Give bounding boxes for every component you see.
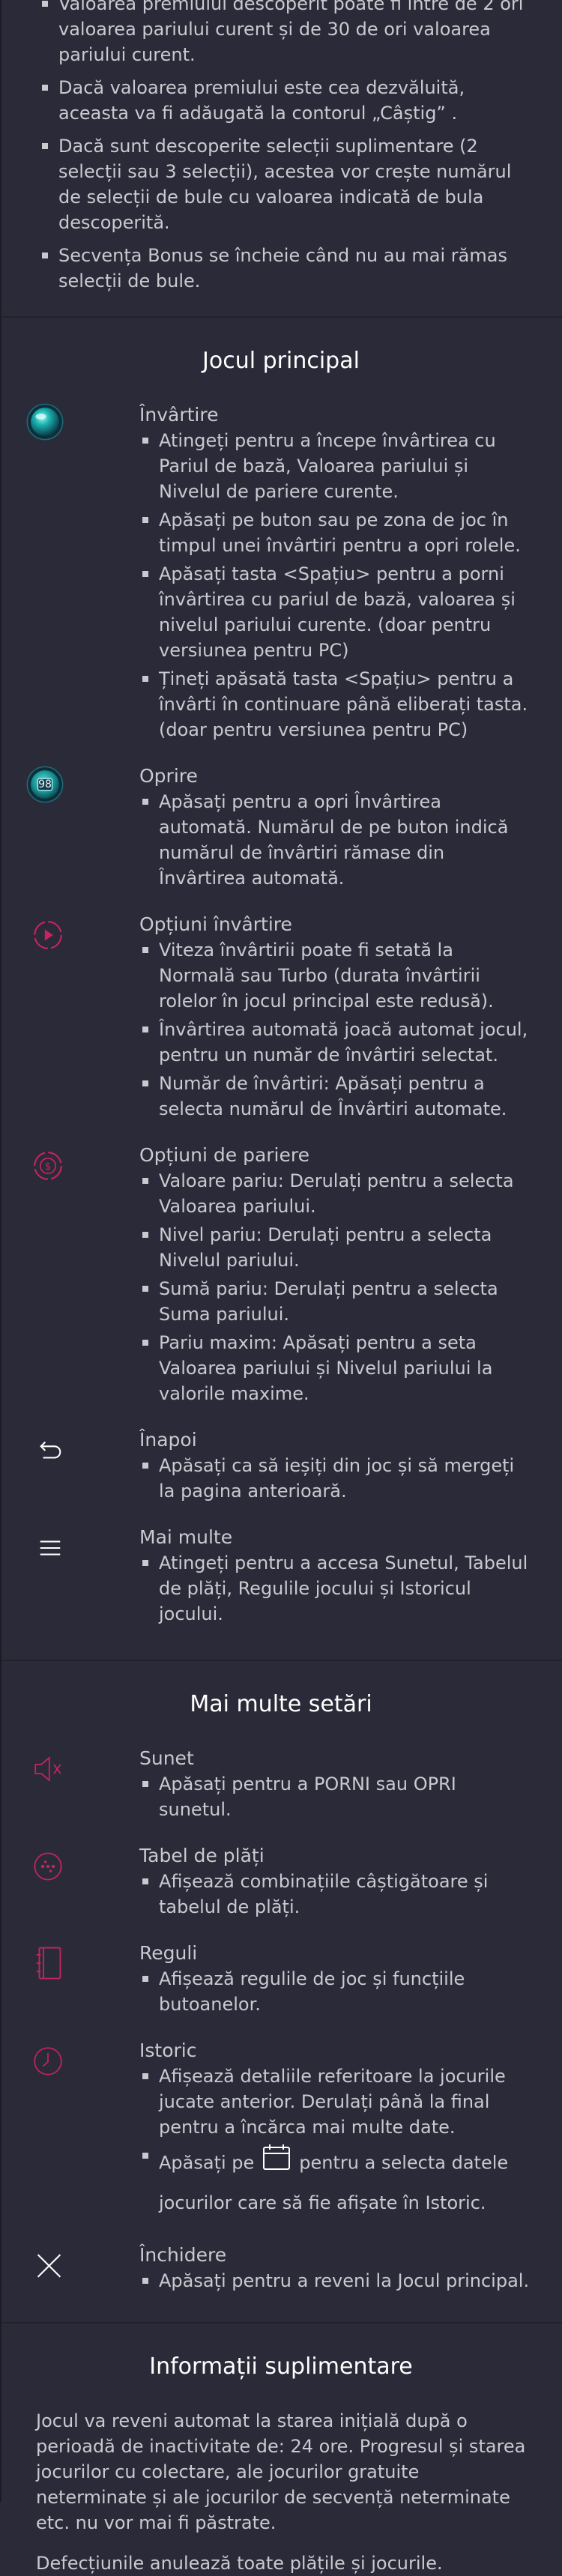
list-item: Atingeți pentru a accesa Sunetul, Tabelu… [139,1550,534,1627]
list-item: Afișează regulile de joc și funcțiile bu… [139,1966,534,2017]
item-title: Reguli [139,1942,198,1964]
item-title: Oprire [139,765,198,787]
main-game-item-spin: Învârtire Atingeți pentru a începe învâr… [0,402,562,746]
list-item: Valoarea premiului descoperit poate fi î… [39,0,528,67]
svg-text:$: $ [45,1161,52,1173]
list-item: Afișează combinațiile câștigătoare și ta… [139,1869,534,1920]
list-item: Învârtirea automată joacă automat jocul,… [139,1017,534,1068]
calendar-instruction-before: Apăsați pe [159,2152,255,2174]
list-item: Apăsați ca să ieșiți din joc și să merge… [139,1453,534,1504]
item-title: Tabel de plăți [139,1845,265,1866]
settings-item-history: Istoric Afișează detaliile referitoare l… [0,2038,562,2225]
list-item: Apăsați pentru a PORNI sau OPRI sunetul. [139,1771,534,1822]
bet-options-icon: $ [34,1152,64,1180]
settings-item-sound: Sunet Apăsați pentru a PORNI sau OPRI su… [0,1746,562,1825]
list-item: Viteza învârtirii poate fi setată la Nor… [139,937,534,1014]
list-item: Țineți apăsată tasta <Spațiu> pentru a î… [139,666,534,743]
list-item: Atingeți pentru a începe învârtirea cu P… [139,428,534,504]
list-item: Apăsați pentru a opri Învârtirea automat… [139,789,534,891]
settings-item-rules: Reguli Afișează regulile de joc și funcț… [0,1941,562,2020]
section-title: Mai multe setări [190,1691,372,1717]
main-game-item-more: Mai multe Atingeți pentru a accesa Sunet… [0,1525,562,1630]
section-title: Informații suplimentare [149,2353,413,2380]
main-game-item-back: Înapoi Apăsați ca să ieșiți din joc și s… [0,1427,562,1507]
list-item: Sumă pariu: Derulați pentru a selecta Su… [139,1276,534,1327]
bonus-rules-list: Valoarea premiului descoperit poate fi î… [0,0,562,294]
list-item: Număr de învârtiri: Apăsați pentru a sel… [139,1071,534,1122]
history-icon [34,2047,64,2075]
paytable-icon [34,1852,64,1881]
back-icon [36,1436,64,1465]
item-title: Sunet [139,1747,194,1769]
close-icon [36,2252,64,2280]
list-item: Pariu maxim: Apăsați pentru a seta Valoa… [139,1330,534,1406]
list-item: Apăsați pe buton sau pe zona de joc în t… [139,507,534,558]
item-title: Opțiuni învârtire [139,913,292,935]
main-game-item-stop: 98 Oprire Apăsați pentru a opri Învârtir… [0,764,562,894]
settings-item-close: Închidere Apăsați pentru a reveni la Joc… [0,2243,562,2297]
spin-icon [26,403,64,441]
list-item: Dacă valoarea premiului este cea dezvălu… [39,75,528,126]
list-item: Nivel pariu: Derulați pentru a selecta N… [139,1222,534,1273]
list-item: Apăsați tasta <Spațiu> pentru a porni în… [139,561,534,663]
item-title: Închidere [139,2244,227,2266]
list-item: Dacă sunt descoperite selecții supliment… [39,133,528,235]
list-item: Apăsați pentru a reveni la Jocul princip… [139,2268,534,2294]
section-title: Jocul principal [202,348,360,374]
main-game-item-bet-options: $ Opțiuni de pariere Valoare pariu: Deru… [0,1143,562,1409]
more-settings-section: Mai multe setări Sunet Apăsați pentru a … [0,1660,562,2297]
spin-options-icon [34,921,64,949]
calendar-icon[interactable] [262,2143,291,2184]
paytable-rules-page: Valoarea premiului descoperit poate fi î… [0,0,562,2574]
info-paragraph: Defecțiunile anulează toate plățile și j… [36,2553,443,2574]
item-title: Înapoi [139,1429,197,1451]
list-item: Afișează detaliile referitoare la jocuri… [139,2063,534,2140]
additional-info-section: Informații suplimentare Jocul va reveni … [0,2322,562,2576]
sound-icon [34,1755,64,1783]
menu-icon [36,1534,64,1562]
item-title: Istoric [139,2040,197,2061]
item-title: Opțiuni de pariere [139,1144,309,1166]
item-title: Învârtire [139,404,219,426]
settings-item-paytable: Tabel de plăți Afișează combinațiile câș… [0,1843,562,1923]
left-edge-divider [0,0,1,2502]
stop-icon: 98 [26,766,64,803]
list-item: Valoare pariu: Derulați pentru a selecta… [139,1168,534,1219]
list-item: Secvența Bonus se încheie când nu au mai… [39,243,528,294]
rules-icon [36,1947,64,1980]
stop-counter: 98 [38,778,52,790]
main-game-item-spin-options: Opțiuni învârtire Viteza învârtirii poat… [0,912,562,1125]
main-game-section: Jocul principal Învârtire Atingeți pentr… [0,316,562,1630]
list-item: Apăsați pe pentru a selecta datele jocur… [139,2143,534,2222]
info-paragraph: Jocul va reveni automat la starea iniția… [36,2410,526,2533]
item-title: Mai multe [139,1526,233,1548]
